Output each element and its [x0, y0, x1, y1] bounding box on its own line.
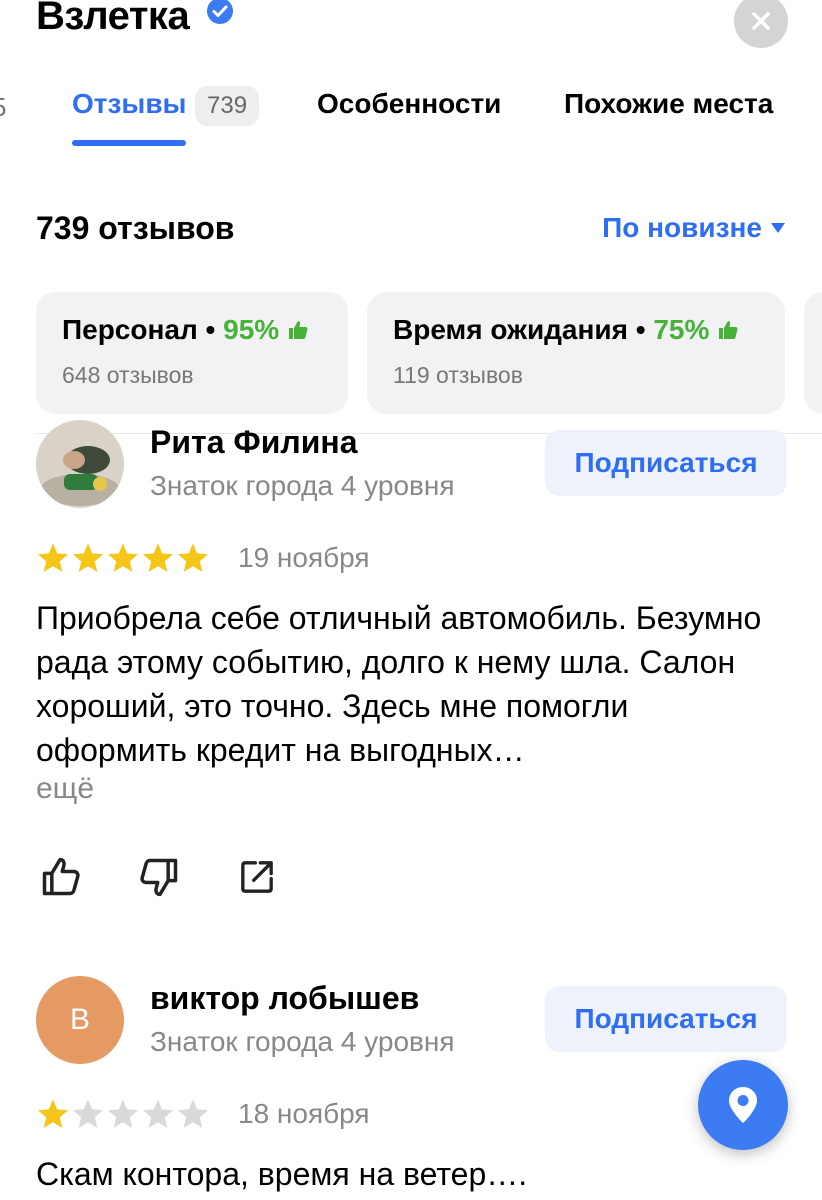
tab-similar-places[interactable]: Похожие места	[564, 88, 773, 120]
review-actions	[36, 852, 330, 902]
star-icon	[107, 543, 139, 572]
aspect-name: Время ожидания	[393, 314, 628, 345]
tab-reviews-count: 739	[195, 86, 260, 126]
star-icon	[37, 1099, 69, 1128]
tab-bar: 5 Отзывы 739 Особенности Похожие места	[0, 84, 822, 154]
review-text: Скам контора, время на ветер….	[36, 1156, 528, 1192]
star-icon	[177, 543, 209, 572]
close-button[interactable]	[734, 0, 788, 48]
aspect-percent: 95%	[223, 314, 280, 345]
close-icon	[752, 12, 770, 30]
aspect-name: Персонал	[62, 314, 198, 345]
like-button[interactable]	[36, 852, 86, 902]
reviews-count: 739 отзывов	[36, 210, 235, 246]
aspect-name-row: Персонал • 95%	[62, 314, 309, 346]
star-icon	[72, 1099, 104, 1128]
review-date: 19 ноября	[238, 542, 370, 573]
aspect-name-row: Время ожидания • 75%	[393, 314, 739, 346]
rating-stars	[36, 1098, 210, 1130]
star-icon	[72, 543, 104, 572]
aspect-percent: 75%	[653, 314, 710, 345]
rating-stars	[36, 542, 210, 574]
share-icon	[241, 861, 273, 893]
thumbs-down-icon	[140, 858, 178, 897]
sort-dropdown[interactable]: По новизне	[602, 212, 786, 244]
map-pin-button[interactable]	[698, 1060, 788, 1150]
author-level: Знаток города 4 уровня	[150, 470, 455, 501]
star-icon	[142, 1099, 174, 1128]
subscribe-button[interactable]: Подписаться	[545, 986, 787, 1052]
place-title: Взлетка	[36, 0, 190, 38]
place-header: Взлетка 5 Отзывы 739 Особенности Похожие…	[0, 0, 822, 170]
thumbs-up-icon	[289, 321, 308, 339]
thumbs-up-icon	[719, 321, 738, 339]
star-icon	[142, 543, 174, 572]
tab-reviews[interactable]: Отзывы	[72, 88, 186, 120]
aspect-reviews-count: 119 отзывов	[393, 362, 523, 388]
tab-previous-cut[interactable]: 5	[0, 92, 6, 123]
read-more-link[interactable]: ещё	[36, 772, 94, 806]
active-tab-indicator	[72, 140, 186, 146]
review-author[interactable]: виктор лобышев	[150, 980, 419, 1017]
dislike-button[interactable]	[134, 852, 184, 902]
star-icon	[107, 1099, 139, 1128]
avatar[interactable]	[36, 420, 124, 508]
tab-features[interactable]: Особенности	[317, 88, 501, 120]
aspect-card-staff[interactable]: Персонал • 95% 648 отзывов	[36, 292, 348, 414]
subscribe-button[interactable]: Подписаться	[545, 430, 787, 496]
tab-reviews-label: Отзывы	[72, 88, 187, 119]
star-icon	[37, 543, 69, 572]
avatar-letter: В	[69, 1003, 90, 1036]
thumbs-up-icon	[42, 857, 80, 896]
aspect-card-waiting-time[interactable]: Время ожидания • 75% 119 отзывов	[367, 292, 785, 414]
verified-badge-icon	[207, 0, 233, 24]
share-button[interactable]	[232, 852, 282, 902]
author-level: Знаток города 4 уровня	[150, 1026, 455, 1057]
avatar[interactable]: В	[36, 976, 124, 1064]
review-author[interactable]: Рита Филина	[150, 424, 357, 461]
review-text: Приобрела себе отличный автомобиль. Безу…	[36, 600, 762, 768]
caret-down-icon	[771, 223, 785, 233]
aspect-reviews-count: 648 отзывов	[62, 362, 194, 388]
sort-label: По новизне	[602, 212, 762, 243]
map-pin-icon	[729, 1087, 757, 1123]
star-icon	[177, 1099, 209, 1128]
aspect-card-next-cut[interactable]	[804, 292, 822, 414]
review-date: 18 ноября	[238, 1098, 370, 1129]
